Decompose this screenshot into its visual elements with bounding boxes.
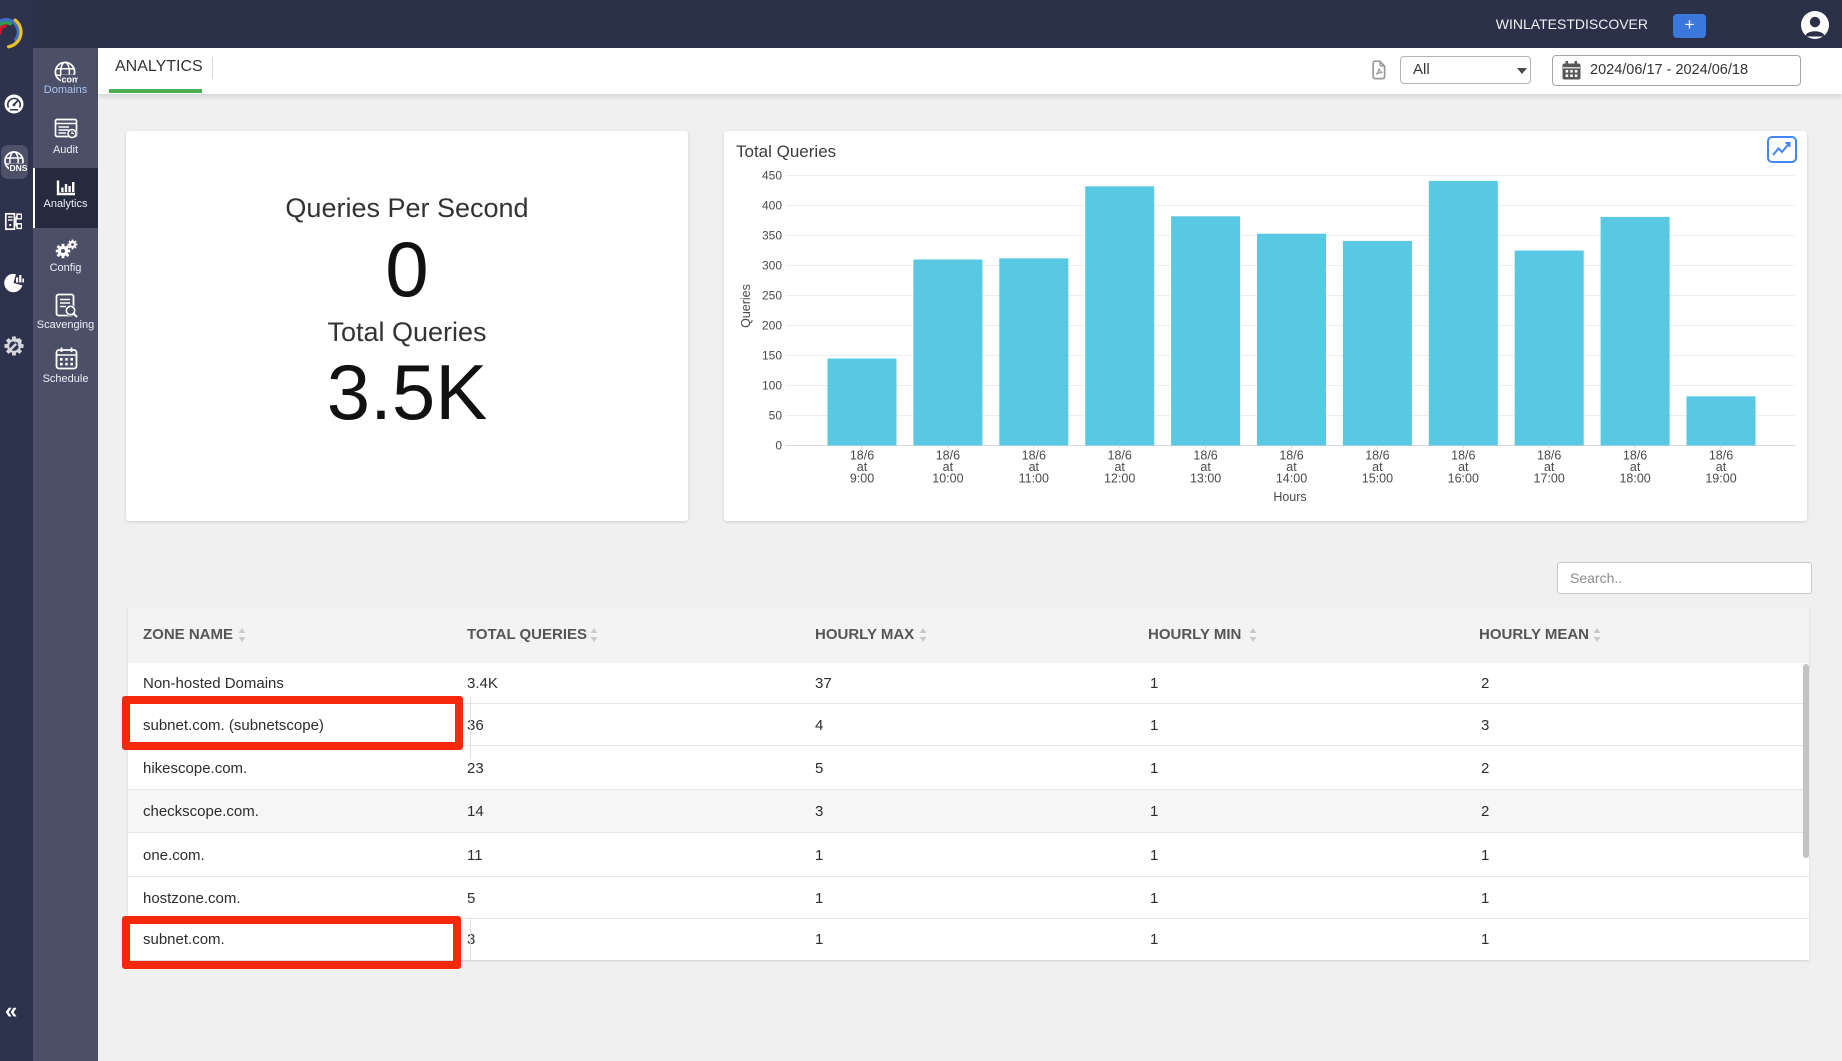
svg-text:150: 150 [762, 349, 782, 363]
svg-text:com: com [62, 75, 79, 85]
svg-text:450: 450 [762, 169, 782, 183]
svg-text:12:00: 12:00 [1104, 472, 1135, 486]
svg-text:10:00: 10:00 [932, 472, 963, 486]
svg-text:17:00: 17:00 [1534, 472, 1565, 486]
svg-text:200: 200 [762, 319, 782, 333]
svg-text:Queries: Queries [739, 284, 753, 328]
svg-text:16:00: 16:00 [1448, 472, 1479, 486]
svg-text:11:00: 11:00 [1019, 472, 1049, 486]
svg-text:15:00: 15:00 [1362, 472, 1393, 486]
svg-text:19:00: 19:00 [1705, 472, 1736, 486]
svg-text:50: 50 [769, 409, 783, 423]
svg-text:350: 350 [762, 229, 782, 243]
svg-text:100: 100 [762, 379, 782, 393]
svg-text:DNS: DNS [10, 163, 28, 173]
svg-text:300: 300 [762, 259, 782, 273]
svg-text:250: 250 [762, 289, 782, 303]
svg-text:9:00: 9:00 [850, 472, 874, 486]
svg-text:18:00: 18:00 [1619, 472, 1650, 486]
svg-text:13:00: 13:00 [1190, 472, 1221, 486]
svg-text:0: 0 [775, 439, 782, 453]
svg-text:14:00: 14:00 [1276, 472, 1307, 486]
svg-text:400: 400 [762, 199, 782, 213]
svg-text:Hours: Hours [1273, 490, 1306, 504]
